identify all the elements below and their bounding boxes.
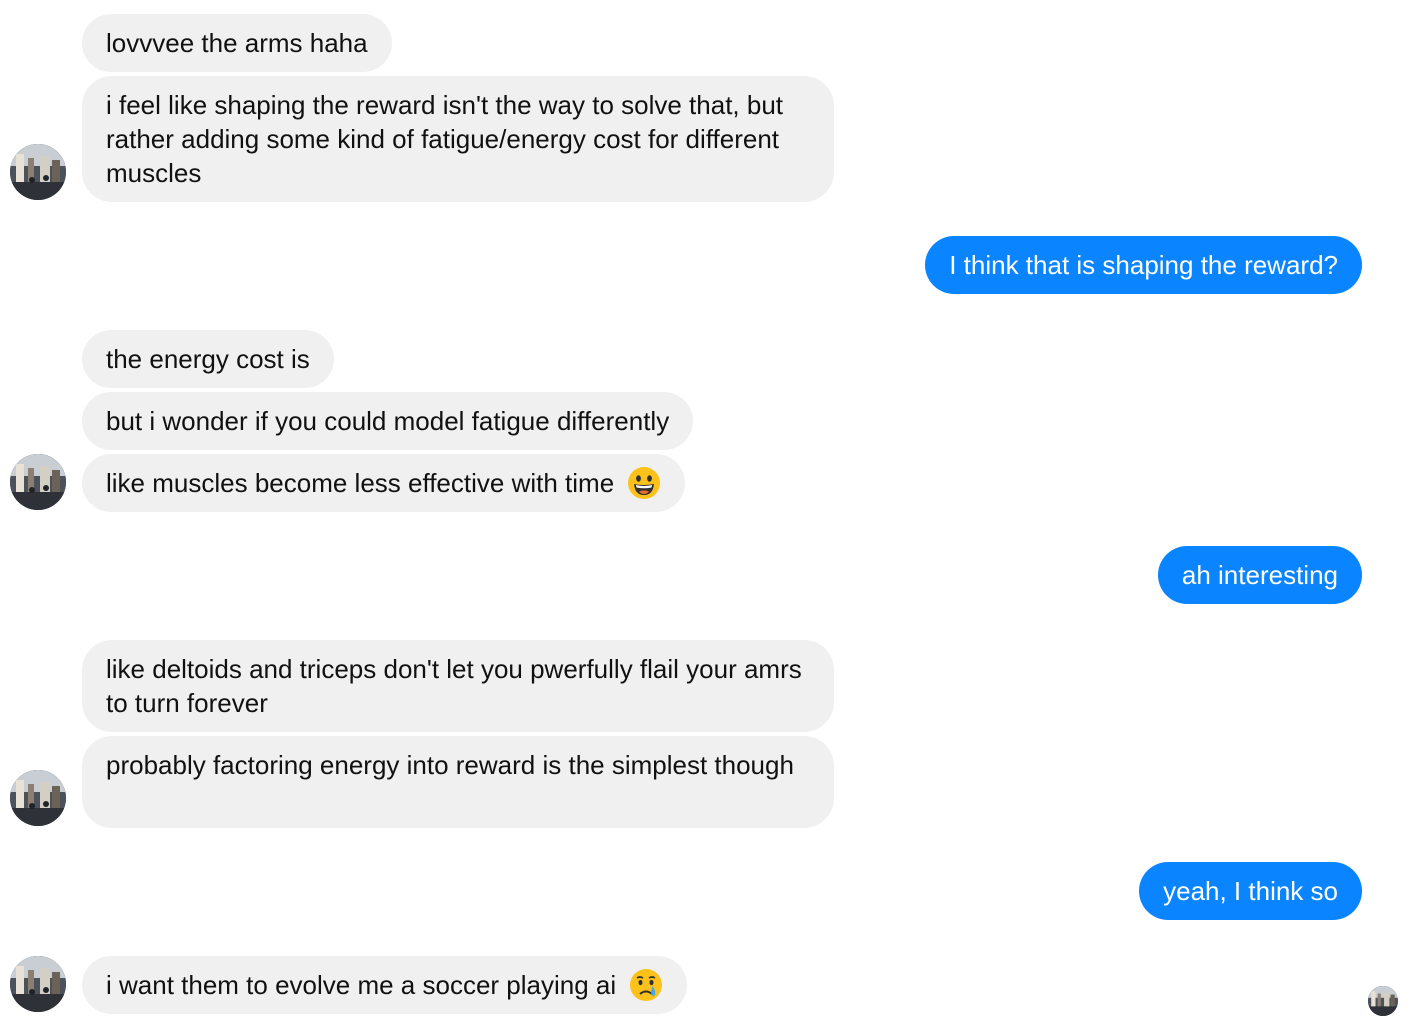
outgoing-message[interactable]: yeah, I think so — [1139, 862, 1362, 920]
message-text: lovvvee the arms haha — [106, 28, 368, 58]
message-text: i want them to evolve me a soccer playin… — [106, 970, 617, 1000]
contact-avatar[interactable] — [10, 454, 66, 510]
message-text: ah interesting — [1181, 560, 1338, 590]
incoming-message[interactable]: i want them to evolve me a soccer playin… — [82, 956, 688, 1014]
message-text: like deltoids and triceps don't let you … — [106, 654, 802, 718]
message-text: i feel like shaping the reward isn't the… — [106, 90, 784, 188]
message-text: probably factoring energy into reward is… — [106, 750, 794, 780]
message-text: the energy cost is — [106, 344, 310, 374]
incoming-message[interactable]: i feel like shaping the reward isn't the… — [82, 76, 834, 202]
grinning-face-emoji — [628, 467, 661, 500]
message-text: yeah, I think so — [1163, 876, 1338, 906]
incoming-message[interactable]: like muscles become less effective with … — [82, 454, 686, 512]
message-text: but i wonder if you could model fatigue … — [106, 406, 670, 436]
outgoing-message[interactable]: I think that is shaping the reward? — [925, 236, 1362, 294]
crying-face-emoji — [630, 969, 663, 1002]
incoming-message[interactable]: the energy cost is — [82, 330, 334, 388]
contact-avatar[interactable] — [10, 956, 66, 1012]
incoming-message[interactable]: but i wonder if you could model fatigue … — [82, 392, 694, 450]
outgoing-message[interactable]: ah interesting — [1157, 546, 1362, 604]
message-text: I think that is shaping the reward? — [949, 250, 1338, 280]
contact-avatar[interactable] — [10, 144, 66, 200]
incoming-message[interactable]: like deltoids and triceps don't let you … — [82, 640, 834, 732]
incoming-message[interactable]: probably factoring energy into reward is… — [82, 736, 834, 828]
incoming-message[interactable]: lovvvee the arms haha — [82, 14, 392, 72]
seen-avatar — [1368, 986, 1398, 1016]
message-text: like muscles become less effective with … — [106, 468, 615, 498]
contact-avatar[interactable] — [10, 770, 66, 826]
